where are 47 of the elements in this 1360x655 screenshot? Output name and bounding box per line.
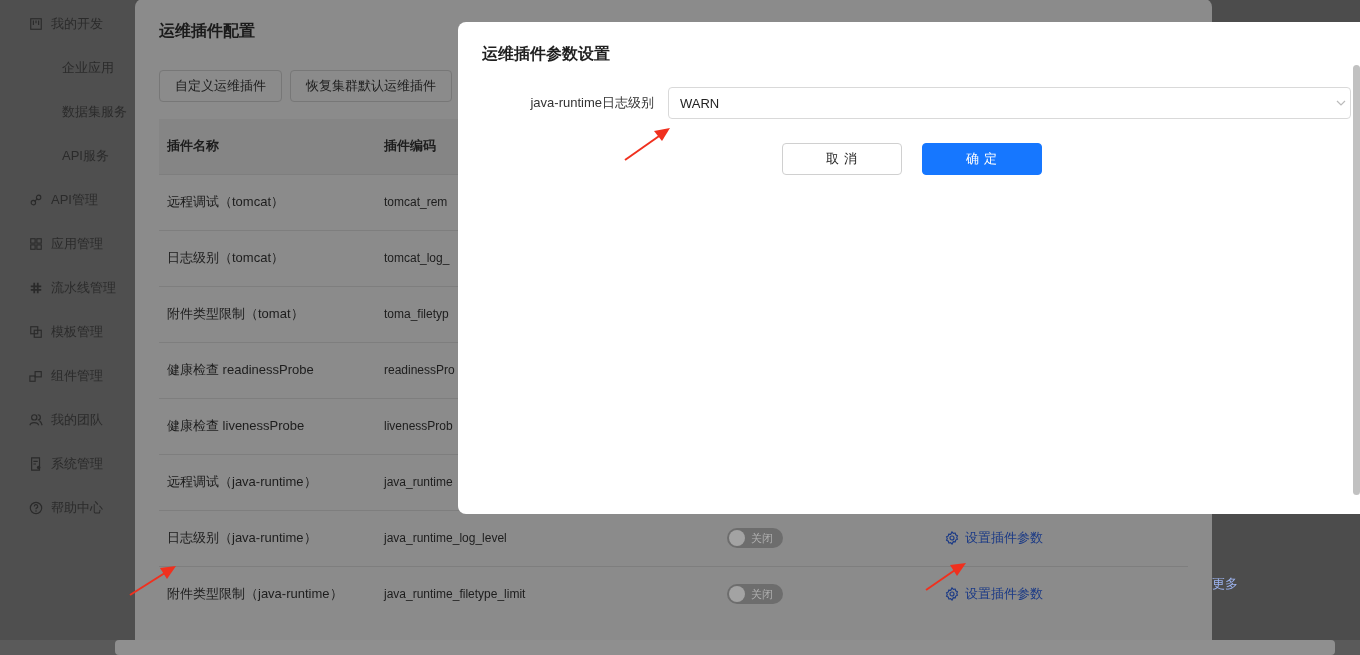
menu-item-icon bbox=[29, 281, 43, 295]
plugin-code: tomcat_log_ bbox=[384, 251, 450, 265]
confirm-button[interactable]: 确 定 bbox=[922, 143, 1042, 175]
settings-link[interactable]: 设置插件参数 bbox=[945, 528, 1043, 547]
cancel-button[interactable]: 取 消 bbox=[782, 143, 902, 175]
annotation-arrow bbox=[925, 563, 966, 591]
dialog-title: 运维插件参数设置 bbox=[481, 44, 611, 64]
settings-icon bbox=[945, 586, 959, 601]
field-label: java-runtime日志级别 bbox=[529, 94, 655, 112]
plugin-name: 健康检查 readinessProbe bbox=[167, 362, 314, 377]
plugin-name: 健康检查 livenessProbe bbox=[167, 418, 305, 433]
dialog-title: 运维插件配置 bbox=[158, 21, 256, 41]
toggle-switch[interactable]: 关闭 bbox=[727, 584, 783, 605]
plugin-code: java_runtime_filetype_limit bbox=[384, 587, 526, 602]
settings-icon bbox=[945, 530, 959, 545]
toolbar-button[interactable]: 恢复集群默认运维插件 bbox=[290, 70, 452, 102]
menu-item-icon bbox=[29, 193, 43, 207]
scrollbar[interactable] bbox=[115, 640, 1335, 655]
scrollbar[interactable] bbox=[1353, 65, 1360, 495]
menu-item-icon bbox=[29, 17, 43, 31]
column-header: 插件编码 bbox=[384, 138, 436, 154]
menu-item-icon bbox=[29, 237, 43, 251]
plugin-name: 日志级别（tomcat） bbox=[167, 250, 284, 265]
plugin-name: 远程调试（java-runtime） bbox=[167, 474, 317, 489]
plugin-name: 日志级别（java-runtime） bbox=[167, 530, 317, 545]
select-field[interactable]: WARN bbox=[668, 87, 1351, 119]
toggle-switch[interactable]: 关闭 bbox=[727, 528, 783, 548]
plugin-code: java_runtime_log_level bbox=[384, 531, 507, 545]
plugin-code: java_runtime bbox=[384, 475, 453, 489]
plugin-code: toma_filetyp bbox=[384, 307, 449, 321]
plugin-code: tomcat_rem bbox=[384, 195, 448, 209]
menu-item-icon bbox=[29, 325, 43, 339]
menu-item-icon bbox=[29, 501, 43, 515]
column-header: 插件名称 bbox=[167, 138, 219, 154]
more-link[interactable]: 更多 bbox=[1212, 555, 1360, 593]
plugin-name: 附件类型限制（tomat） bbox=[167, 306, 304, 321]
menu-item-icon bbox=[29, 369, 43, 383]
menu-item-icon bbox=[29, 457, 43, 471]
plugin-code: livenessProb bbox=[384, 419, 453, 433]
plugin-name: 远程调试（tomcat） bbox=[167, 194, 284, 209]
plugin-code: readinessPro bbox=[384, 363, 455, 377]
plugin-name: 附件类型限制（java-runtime） bbox=[167, 586, 343, 602]
toolbar-button[interactable]: 自定义运维插件 bbox=[159, 70, 282, 102]
caret-icon bbox=[1336, 99, 1346, 107]
settings-link[interactable]: 设置插件参数 bbox=[945, 584, 1043, 603]
menu-item-icon bbox=[29, 413, 43, 427]
annotation-arrow bbox=[624, 128, 670, 161]
